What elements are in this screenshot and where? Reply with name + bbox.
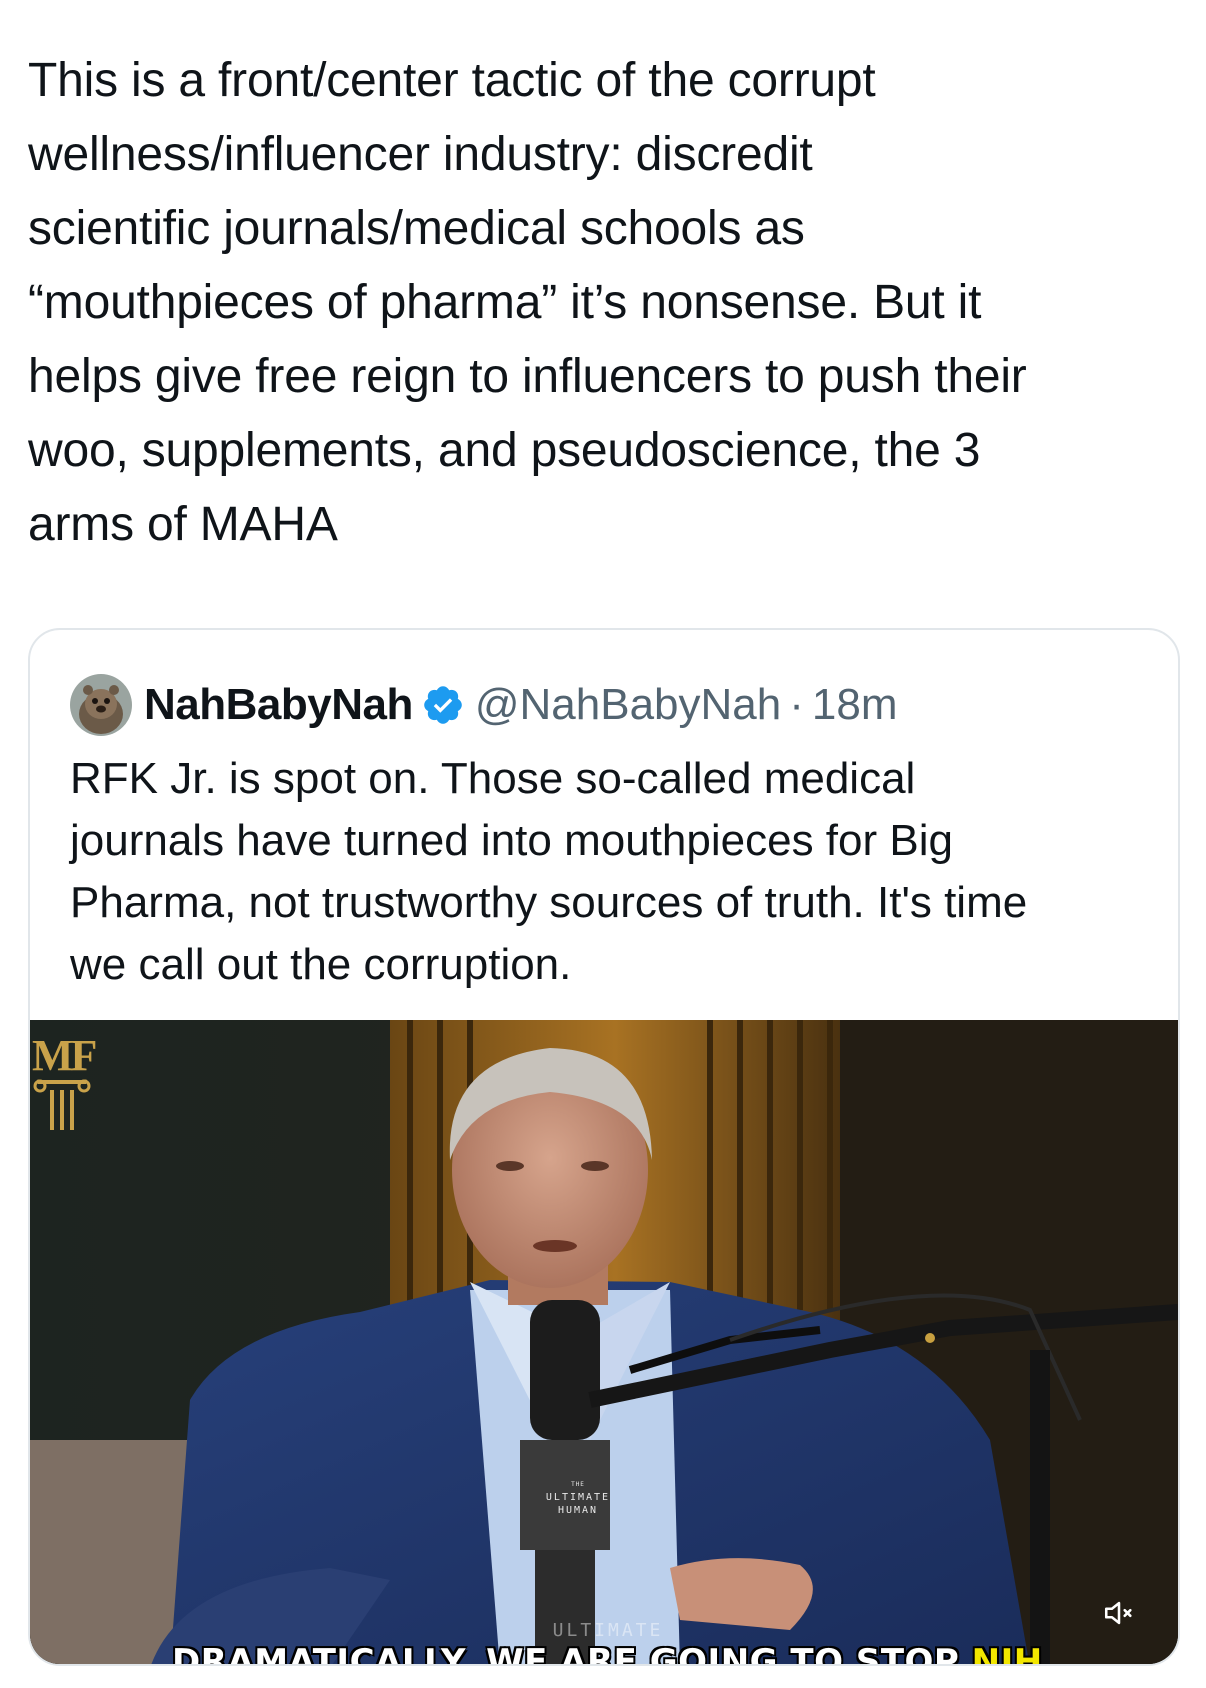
- column-logo-icon: [33, 1079, 91, 1130]
- mute-button[interactable]: [1096, 1590, 1142, 1636]
- avatar[interactable]: [70, 674, 132, 736]
- mic-label: THE ULTIMATE HUMAN: [545, 1481, 611, 1516]
- caption-highlight: NIH: [971, 1642, 1043, 1666]
- tweet-text: This is a front/center tactic of the cor…: [28, 54, 1027, 551]
- quoted-tweet-card[interactable]: NahBabyNah @NahBabyNah · 18m RFK Jr. is …: [28, 628, 1180, 1666]
- verified-badge-icon: [424, 686, 462, 724]
- watermark: ULTIMATE: [552, 1620, 664, 1641]
- video-player[interactable]: MF THE ULTIMATE HUMAN ULTIMATE DRAMATICA…: [30, 1020, 1178, 1666]
- quoted-author-name[interactable]: NahBabyNah: [144, 680, 413, 730]
- video-frame: [30, 1020, 1178, 1664]
- quoted-author-handle[interactable]: @NahBabyNah: [475, 680, 781, 730]
- separator-dot: ·: [789, 680, 804, 729]
- quoted-tweet-header: NahBabyNah @NahBabyNah · 18m: [70, 670, 897, 740]
- speaker-muted-icon: [1104, 1601, 1132, 1625]
- quoted-tweet-timestamp[interactable]: 18m: [812, 680, 898, 730]
- quoted-tweet-text: RFK Jr. is spot on. Those so-called medi…: [70, 754, 1028, 989]
- channel-logo: MF: [32, 1034, 114, 1144]
- video-caption: DRAMATICALLY, WE ARE GOING TO STOP NIH: [172, 1642, 1043, 1666]
